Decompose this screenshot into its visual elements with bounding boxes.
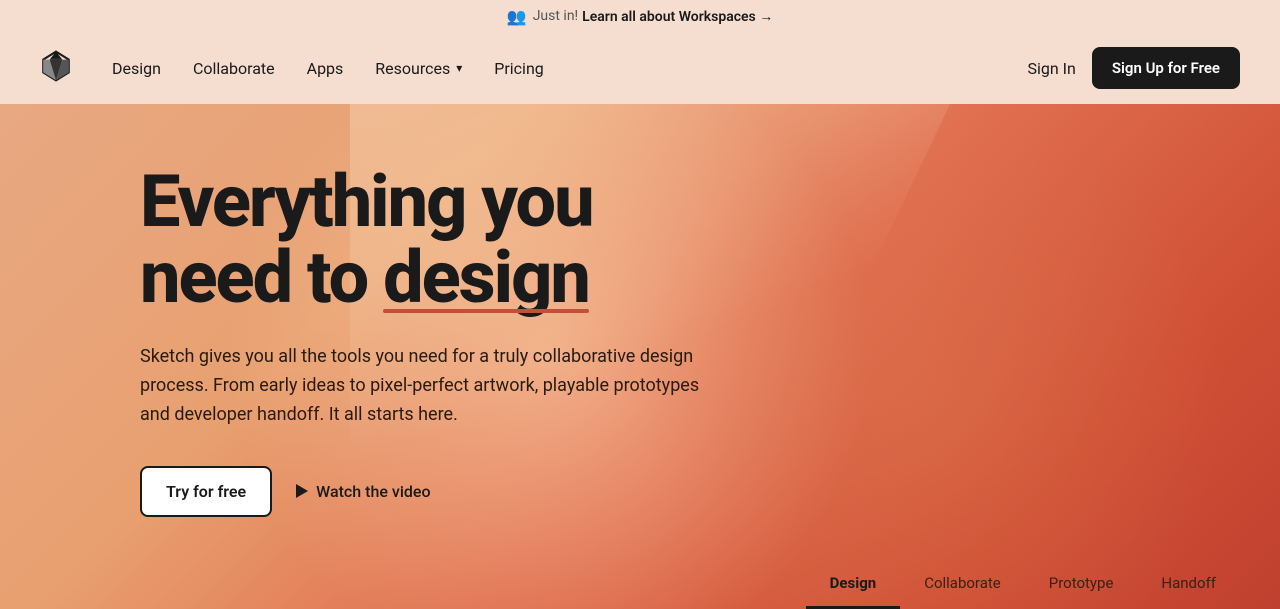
hero-actions: Try for free Watch the video <box>140 466 700 517</box>
nav-links: Design Collaborate Apps Resources ▾ Pric… <box>112 59 1028 78</box>
hero-title-highlight: design <box>383 240 589 316</box>
learn-workspaces-link[interactable]: Learn all about Workspaces → <box>582 8 773 25</box>
hero-description: Sketch gives you all the tools you need … <box>140 343 700 429</box>
hero-section: Everything you need to design Sketch giv… <box>0 104 1280 609</box>
play-icon <box>296 484 308 498</box>
tab-handoff[interactable]: Handoff <box>1137 564 1240 609</box>
tab-collaborate[interactable]: Collaborate <box>900 564 1025 609</box>
announcement-bar: 👥 Just in! Learn all about Workspaces → <box>0 0 1280 32</box>
nav-apps[interactable]: Apps <box>307 59 344 78</box>
try-for-free-button[interactable]: Try for free <box>140 466 272 517</box>
nav-resources[interactable]: Resources ▾ <box>375 59 462 78</box>
bottom-tabs: Design Collaborate Prototype Handoff <box>806 564 1240 609</box>
logo-icon <box>40 50 72 82</box>
nav-pricing[interactable]: Pricing <box>494 59 544 78</box>
nav-collaborate[interactable]: Collaborate <box>193 59 275 78</box>
sign-in-button[interactable]: Sign In <box>1028 59 1076 78</box>
watch-video-button[interactable]: Watch the video <box>296 482 430 501</box>
tab-design[interactable]: Design <box>806 564 901 609</box>
just-in-label: Just in! <box>533 8 578 24</box>
tab-prototype[interactable]: Prototype <box>1025 564 1138 609</box>
workspace-icon: 👥 <box>507 7 527 26</box>
hero-content: Everything you need to design Sketch giv… <box>0 104 700 517</box>
chevron-down-icon: ▾ <box>456 61 462 75</box>
nav-design[interactable]: Design <box>112 59 161 78</box>
nav-actions: Sign In Sign Up for Free <box>1028 47 1241 89</box>
hero-title: Everything you need to design <box>140 164 700 315</box>
sign-up-button[interactable]: Sign Up for Free <box>1092 47 1240 89</box>
navigation: Design Collaborate Apps Resources ▾ Pric… <box>0 32 1280 104</box>
logo[interactable] <box>40 50 72 86</box>
